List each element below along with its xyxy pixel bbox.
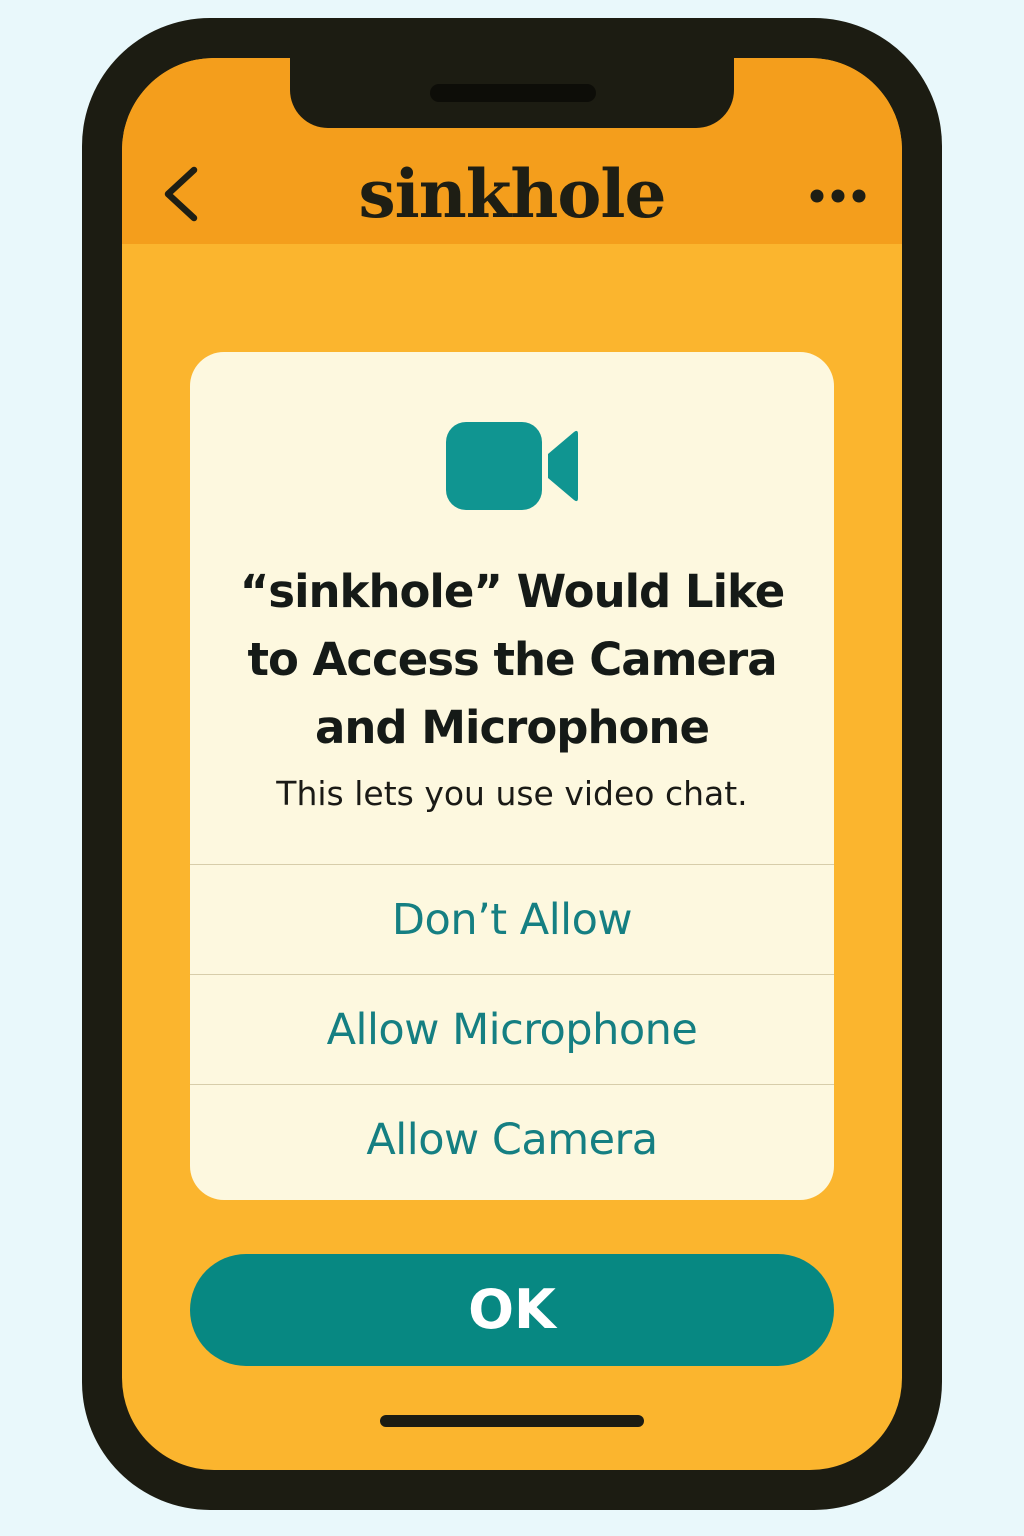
ok-button[interactable]: OK: [190, 1254, 834, 1366]
more-button[interactable]: [802, 176, 874, 216]
dont-allow-button[interactable]: Don’t Allow: [190, 864, 834, 975]
dialog-message: This lets you use video chat.: [276, 774, 748, 813]
video-camera-icon: [444, 420, 580, 512]
dialog-title-line: to Access the Camera: [247, 633, 777, 686]
earpiece-speaker: [430, 84, 596, 102]
dialog-title-line: “sinkhole” Would Like: [239, 565, 786, 618]
allow-microphone-button[interactable]: Allow Microphone: [190, 974, 834, 1085]
dialog-title-line: and Microphone: [315, 701, 710, 754]
dialog-title: “sinkhole” Would Like to Access the Came…: [214, 558, 810, 762]
allow-camera-button[interactable]: Allow Camera: [190, 1084, 834, 1195]
phone-frame: sinkhole “sinkhole” Would Like to Access…: [82, 18, 942, 1510]
more-horizontal-icon: [810, 189, 866, 203]
permission-dialog: “sinkhole” Would Like to Access the Came…: [190, 352, 834, 1200]
app-title: sinkhole: [358, 155, 666, 233]
back-button[interactable]: [154, 164, 214, 224]
device-notch: [290, 58, 734, 128]
chevron-left-icon: [164, 166, 198, 222]
home-indicator[interactable]: [380, 1415, 644, 1427]
app-screen: sinkhole “sinkhole” Would Like to Access…: [122, 58, 902, 1470]
